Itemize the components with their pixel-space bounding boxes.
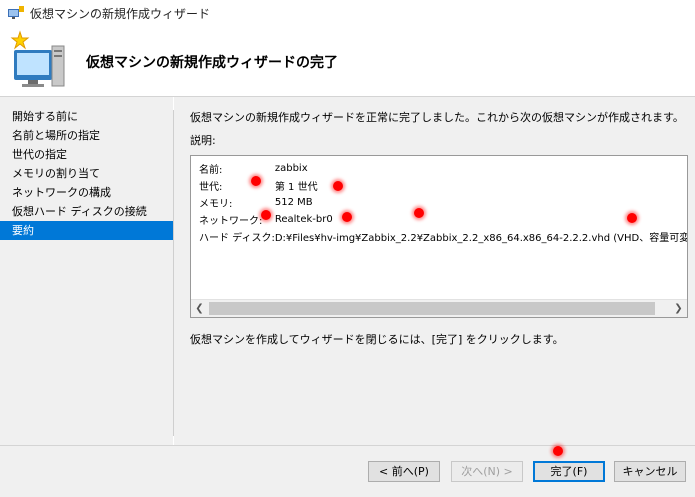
marker-dot (627, 213, 637, 223)
hyper-v-manager-icon (8, 6, 24, 19)
description-label: 説明: (190, 134, 216, 147)
summary-row-network: ネットワーク: Realtek-br0 (199, 214, 333, 227)
summary-row-generation: 世代: 第 1 世代 (199, 182, 318, 193)
marker-dot (414, 208, 424, 218)
summary-row-memory: メモリ: 512 MB (199, 197, 313, 210)
cancel-button[interactable]: キャンセル (614, 461, 686, 482)
sidebar-item-name-location[interactable]: 名前と場所の指定 (0, 126, 173, 145)
finish-instruction: 仮想マシンを作成してウィザードを閉じるには、[完了] をクリックします。 (190, 333, 564, 346)
marker-dot (342, 212, 352, 222)
finish-button[interactable]: 完了(F) (533, 461, 605, 482)
sidebar-item-networking[interactable]: ネットワークの構成 (0, 183, 173, 202)
marker-dot (251, 176, 261, 186)
wizard-footer: < 前へ(P) 次へ(N) > 完了(F) キャンセル (0, 446, 695, 497)
completion-message: 仮想マシンの新規作成ウィザードを正常に完了しました。これから次の仮想マシンが作成… (190, 111, 684, 124)
horizontal-scrollbar[interactable]: ❮ ❯ (191, 299, 687, 317)
sidebar-item-generation[interactable]: 世代の指定 (0, 145, 173, 164)
summary-row-name: 名前: zabbix (199, 163, 308, 176)
scrollbar-thumb[interactable] (209, 302, 655, 315)
scroll-left-icon[interactable]: ❮ (191, 300, 208, 317)
sidebar-item-before-you-begin[interactable]: 開始する前に (0, 107, 173, 126)
marker-dot (333, 181, 343, 191)
scroll-right-icon[interactable]: ❯ (670, 300, 687, 317)
next-button[interactable]: 次へ(N) > (451, 461, 523, 482)
back-button[interactable]: < 前へ(P) (368, 461, 440, 482)
summary-table: 名前: zabbix 世代: 第 1 世代 メモリ: 512 MB ネットワーク… (199, 160, 688, 245)
wizard-header: 仮想マシンの新規作成ウィザードの完了 (0, 26, 695, 96)
wizard-steps-sidebar: 開始する前に 名前と場所の指定 世代の指定 メモリの割り当て ネットワークの構成… (0, 97, 173, 445)
marker-dot (261, 210, 271, 220)
summary-panel: 仮想マシンの新規作成ウィザードを正常に完了しました。これから次の仮想マシンが作成… (174, 97, 695, 445)
new-vm-wizard-icon (10, 30, 65, 87)
title-bar: 仮想マシンの新規作成ウィザード (0, 0, 695, 26)
summary-row-hard-disk: ハード ディスク: D:¥Files¥hv-img¥Zabbix_2.2¥Zab… (199, 233, 688, 244)
summary-box[interactable]: 名前: zabbix 世代: 第 1 世代 メモリ: 512 MB ネットワーク… (190, 155, 688, 318)
sidebar-item-summary[interactable]: 要約 (0, 221, 173, 240)
window-title: 仮想マシンの新規作成ウィザード (30, 7, 211, 21)
sidebar-item-memory[interactable]: メモリの割り当て (0, 164, 173, 183)
marker-dot (553, 446, 563, 456)
page-title: 仮想マシンの新規作成ウィザードの完了 (86, 55, 338, 71)
sidebar-item-virtual-disk[interactable]: 仮想ハード ディスクの接続 (0, 202, 173, 221)
